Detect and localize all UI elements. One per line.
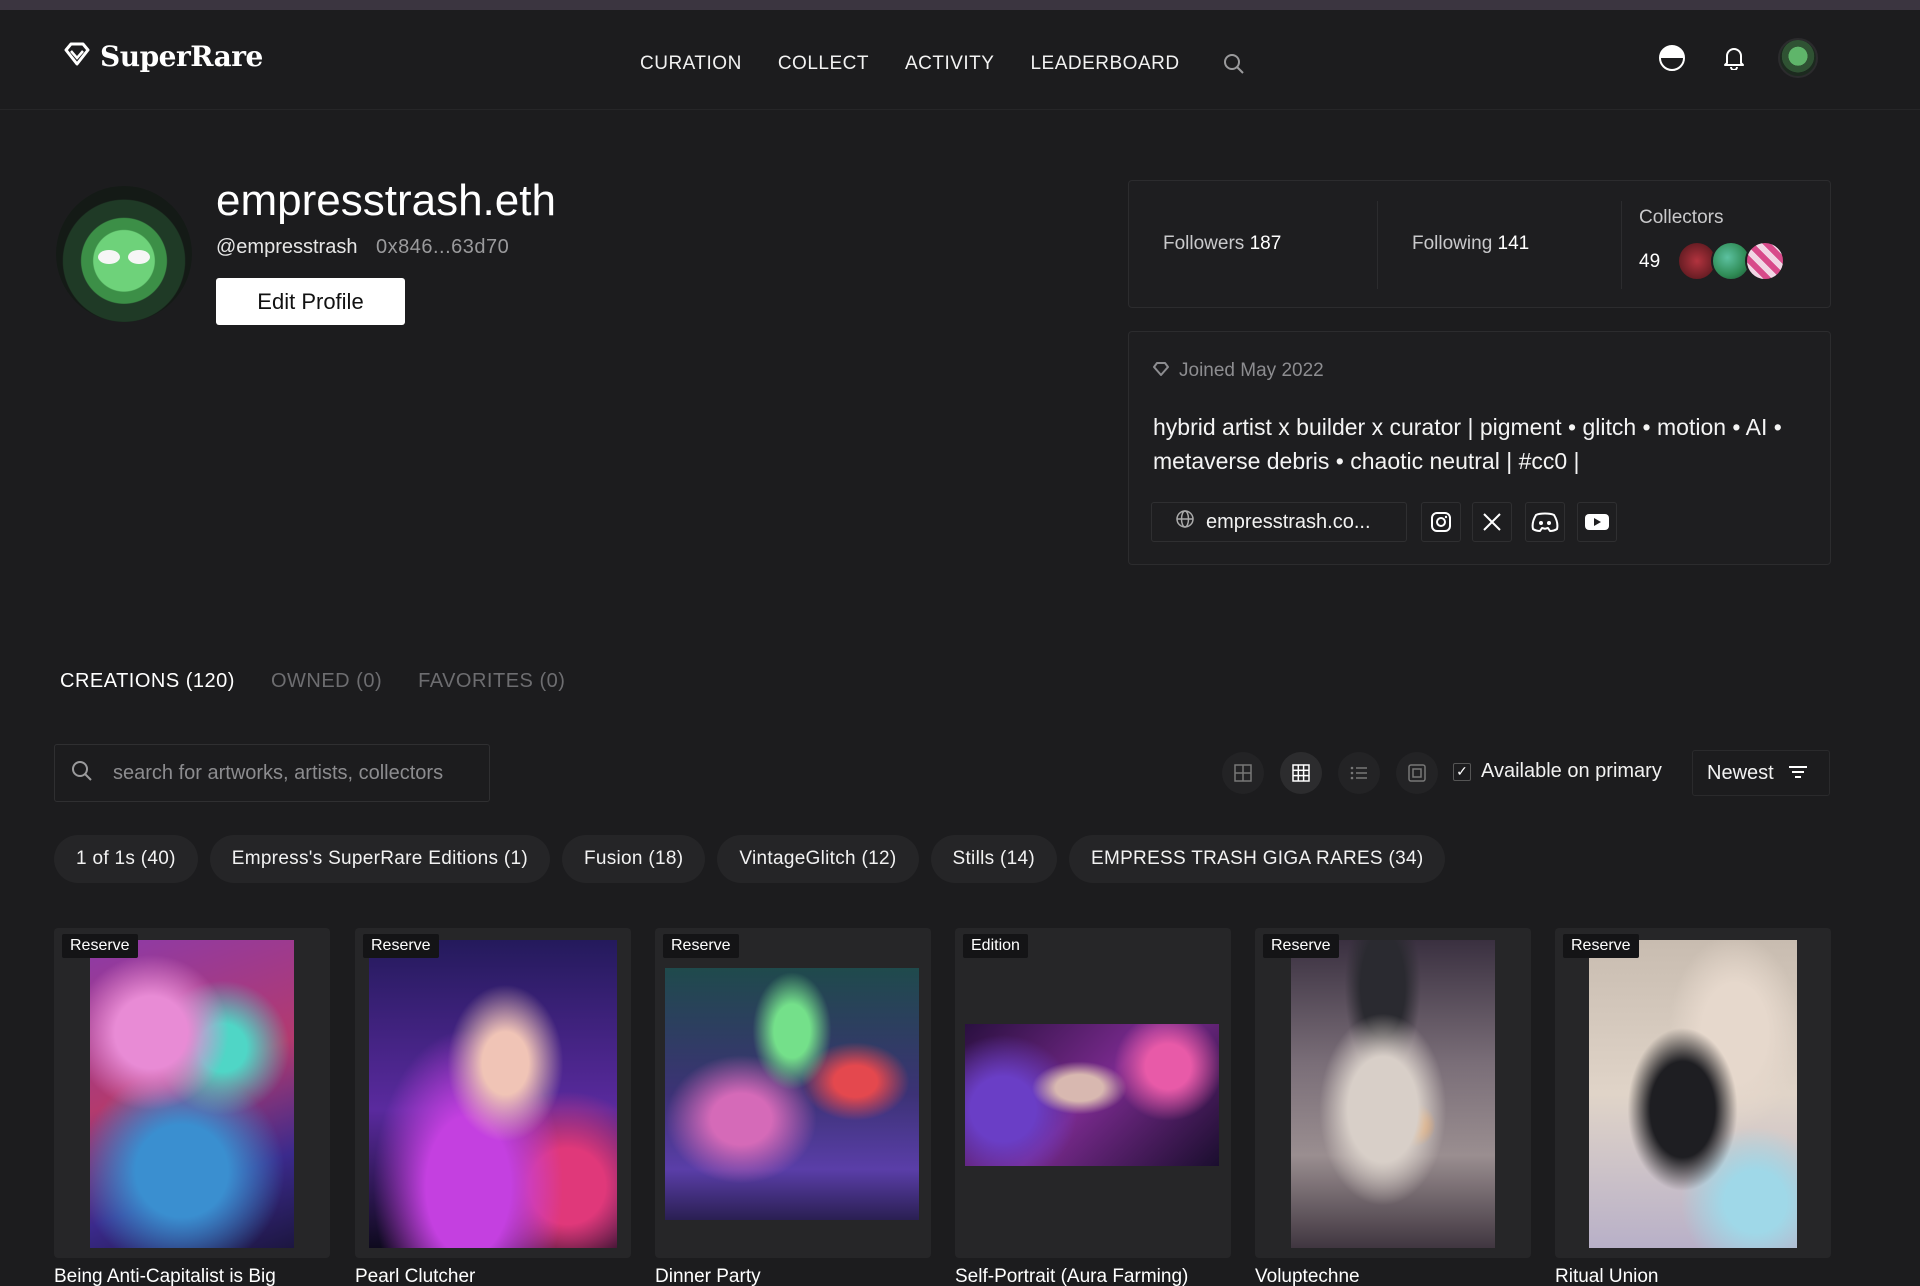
youtube-icon[interactable] — [1577, 502, 1617, 542]
available-label: Available on primary — [1481, 760, 1662, 782]
artwork-search — [54, 744, 490, 802]
instagram-icon[interactable] — [1421, 502, 1461, 542]
website-label: empresstrash.co... — [1206, 510, 1371, 533]
nav-right — [1654, 38, 1818, 78]
sale-badge: Reserve — [1263, 934, 1339, 958]
artwork-card[interactable]: Edition Self-Portrait (Aura Farming) — [955, 928, 1231, 1286]
sort-label: Newest — [1707, 761, 1774, 784]
artwork-image — [369, 940, 617, 1248]
avatar-eye — [98, 250, 120, 264]
following-label: Following — [1412, 233, 1493, 254]
artwork-title: Pearl Clutcher — [355, 1266, 476, 1286]
followers-stat[interactable]: Followers 187 — [1163, 233, 1281, 255]
diamond-logo-icon — [64, 42, 90, 71]
chip-1of1s[interactable]: 1 of 1s (40) — [54, 835, 198, 883]
collectors-count[interactable]: 49 — [1639, 251, 1660, 273]
filter-lines-icon — [1788, 762, 1808, 785]
logo[interactable]: SuperRare — [64, 40, 263, 73]
artwork-image — [1291, 940, 1495, 1248]
profile-handle: @empresstrash — [216, 236, 358, 258]
artwork-title: Self-Portrait (Aura Farming) — [955, 1266, 1189, 1286]
search-input[interactable] — [113, 761, 453, 785]
joined-info: Joined May 2022 — [1153, 360, 1324, 382]
edit-profile-button[interactable]: Edit Profile — [216, 278, 405, 325]
stats-card: Followers 187 Following 141 Collectors 4… — [1128, 180, 1831, 308]
artwork-card[interactable]: Reserve Ritual Union — [1555, 928, 1831, 1286]
globe-icon — [1176, 510, 1194, 534]
collectors-label: Collectors — [1639, 207, 1724, 228]
artwork-image — [965, 1024, 1219, 1166]
gallery-view-icon[interactable] — [1396, 752, 1438, 794]
chip-editions[interactable]: Empress's SuperRare Editions (1) — [209, 835, 550, 883]
artwork-card[interactable]: Reserve Being Anti-Capitalist is Big — [54, 928, 330, 1286]
divider — [1621, 201, 1622, 289]
divider — [1377, 201, 1378, 289]
bio-text: hybrid artist x builder x curator | pigm… — [1153, 414, 1782, 474]
artwork-title: Dinner Party — [655, 1266, 761, 1286]
search-icon — [71, 760, 93, 787]
followers-label: Followers — [1163, 233, 1245, 254]
sort-dropdown[interactable]: Newest — [1692, 750, 1830, 796]
profile-avatar — [56, 186, 192, 322]
available-on-primary-toggle[interactable]: ✓ Available on primary — [1453, 760, 1662, 783]
followers-count: 187 — [1249, 233, 1282, 254]
collector-avatar[interactable] — [1745, 241, 1785, 281]
joined-date: Joined May 2022 — [1179, 360, 1324, 381]
following-stat[interactable]: Following 141 — [1412, 233, 1529, 255]
sale-badge: Reserve — [663, 934, 739, 958]
small-grid-view-icon[interactable] — [1280, 752, 1322, 794]
bell-icon[interactable] — [1716, 40, 1752, 76]
profile-tabs: CREATIONS (120) OWNED (0) FAVORITES (0) — [60, 670, 565, 693]
x-icon[interactable] — [1472, 502, 1512, 542]
list-view-icon[interactable] — [1338, 752, 1380, 794]
chip-stills[interactable]: Stills (14) — [930, 835, 1057, 883]
window-top-strip — [0, 0, 1920, 10]
sale-badge: Reserve — [363, 934, 439, 958]
discord-icon[interactable] — [1525, 502, 1565, 542]
tab-owned[interactable]: OWNED (0) — [271, 670, 382, 693]
tab-creations[interactable]: CREATIONS (120) — [60, 670, 235, 693]
nav-collect[interactable]: COLLECT — [778, 53, 869, 75]
sale-badge: Reserve — [62, 934, 138, 958]
wallet-address[interactable]: 0x846...63d70 — [376, 236, 509, 259]
sale-badge: Edition — [963, 934, 1028, 958]
artwork-title: Voluptechne — [1255, 1266, 1360, 1286]
profile-name: empresstrash.eth — [216, 176, 556, 225]
artwork-title: Ritual Union — [1555, 1266, 1659, 1286]
nav-links: CURATION COLLECT ACTIVITY LEADERBOARD — [640, 46, 1252, 82]
chip-vintageglitch[interactable]: VintageGlitch (12) — [717, 835, 919, 883]
nav-curation[interactable]: CURATION — [640, 53, 742, 75]
checkmark-icon[interactable]: ✓ — [1453, 762, 1471, 781]
artwork-title: Being Anti-Capitalist is Big — [54, 1266, 276, 1286]
large-grid-view-icon[interactable] — [1222, 752, 1264, 794]
theme-toggle-icon[interactable] — [1654, 40, 1690, 76]
collection-chips: 1 of 1s (40) Empress's SuperRare Edition… — [54, 835, 1446, 883]
sale-badge: Reserve — [1563, 934, 1639, 958]
nav-leaderboard[interactable]: LEADERBOARD — [1030, 53, 1179, 75]
diamond-icon — [1153, 360, 1169, 382]
artwork-image — [665, 968, 919, 1220]
artwork-card[interactable]: Reserve Pearl Clutcher — [355, 928, 631, 1286]
following-count: 141 — [1497, 233, 1530, 254]
logo-text: SuperRare — [100, 40, 263, 73]
artwork-image — [1589, 940, 1797, 1248]
artwork-card[interactable]: Reserve Dinner Party — [655, 928, 931, 1286]
nav-activity[interactable]: ACTIVITY — [905, 53, 995, 75]
search-icon[interactable] — [1216, 46, 1252, 82]
chip-giga-rares[interactable]: EMPRESS TRASH GIGA RARES (34) — [1068, 835, 1446, 883]
website-link[interactable]: empresstrash.co... — [1151, 502, 1407, 542]
artwork-card[interactable]: Reserve Voluptechne — [1255, 928, 1531, 1286]
tab-favorites[interactable]: FAVORITES (0) — [418, 670, 565, 693]
avatar-eye — [128, 250, 150, 264]
top-nav: SuperRare CURATION COLLECT ACTIVITY LEAD… — [0, 10, 1920, 110]
avatar[interactable] — [1778, 38, 1818, 78]
chip-fusion[interactable]: Fusion (18) — [561, 835, 706, 883]
bio-card: Joined May 2022 hybrid artist x builder … — [1128, 331, 1831, 565]
artwork-image — [90, 940, 294, 1248]
